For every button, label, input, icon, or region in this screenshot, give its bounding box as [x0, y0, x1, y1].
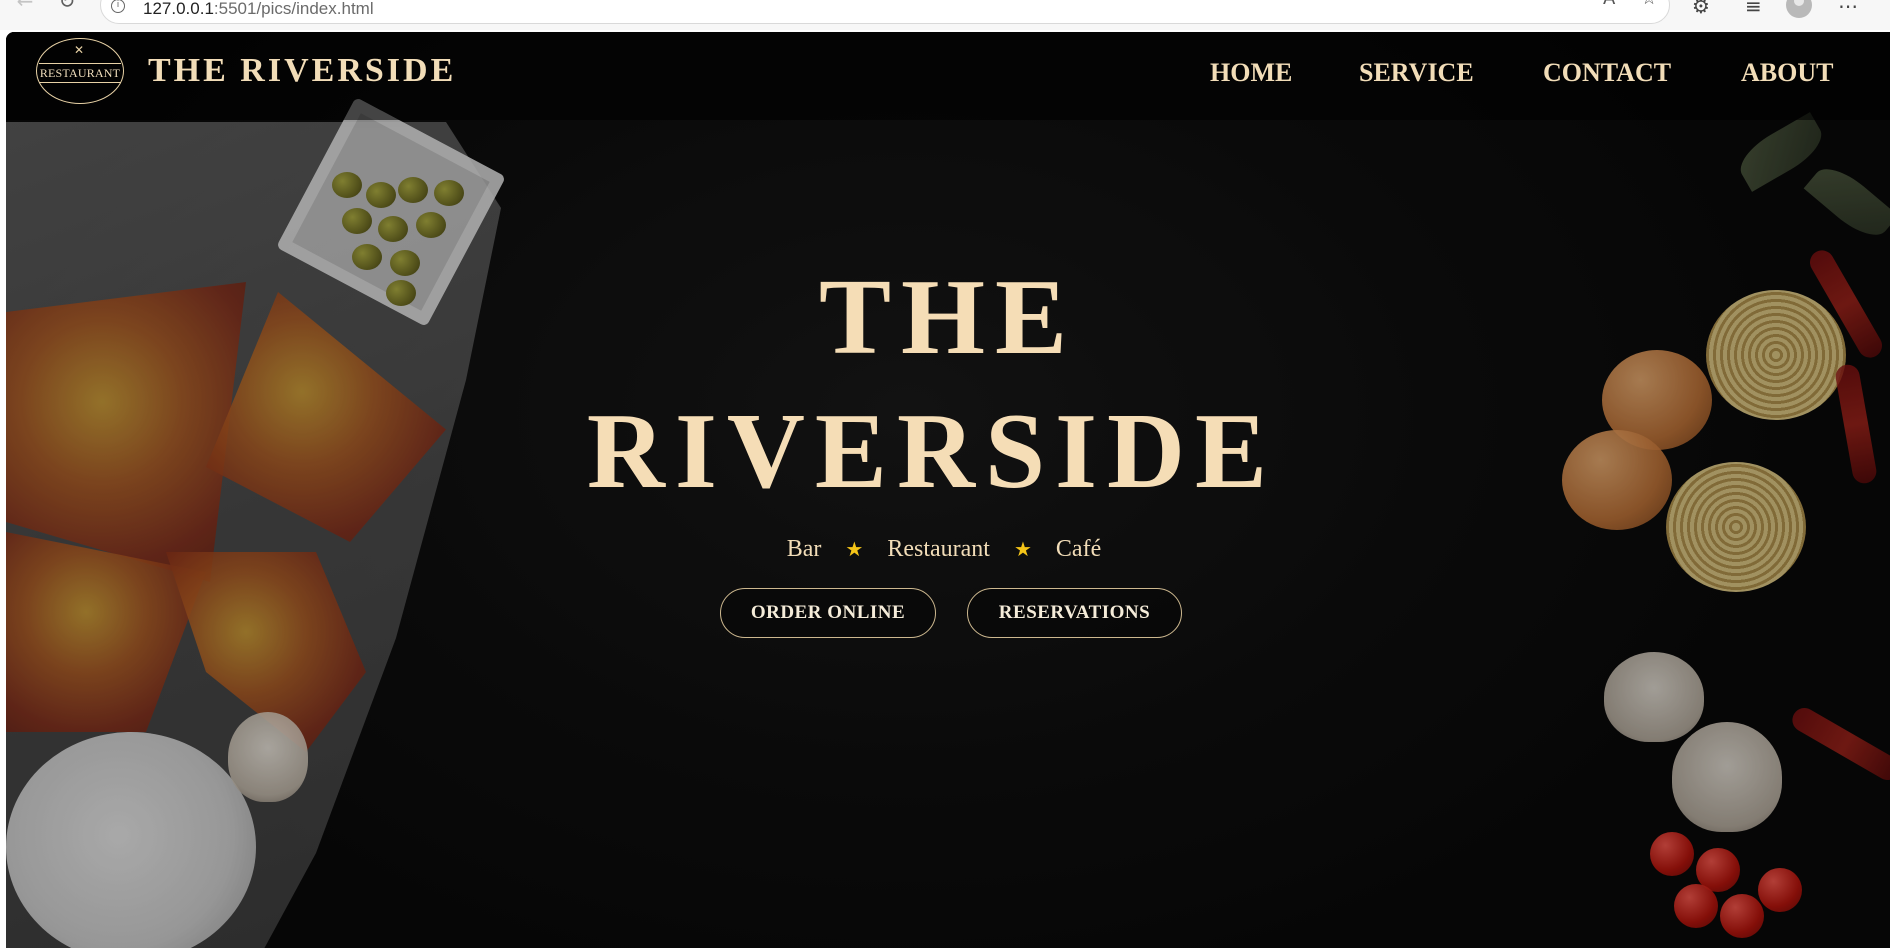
back-arrow-icon[interactable]: ← — [14, 0, 36, 12]
site-info-icon[interactable]: i — [111, 0, 125, 13]
nav-service[interactable]: SERVICE — [1359, 58, 1474, 88]
reservations-button[interactable]: RESERVATIONS — [967, 588, 1182, 638]
tagline-restaurant: Restaurant — [887, 536, 990, 562]
order-online-button[interactable]: ORDER ONLINE — [720, 588, 936, 638]
hero-tagline: Bar ★ Restaurant ★ Café — [6, 536, 1886, 563]
star-icon: ★ — [1013, 537, 1032, 561]
nav-contact[interactable]: CONTACT — [1543, 58, 1671, 88]
nav-home[interactable]: HOME — [1210, 58, 1292, 88]
brand-title[interactable]: THE RIVERSIDE — [148, 52, 456, 90]
reload-icon[interactable]: ↻ — [56, 0, 78, 12]
site-header: ✕ RESTAURANT THE RIVERSIDE HOME SERVICE … — [6, 32, 1890, 120]
address-bar[interactable]: i 127.0.0.1:5501/pics/index.html A ☆ — [100, 0, 1670, 24]
hero-title-line1: THE — [818, 258, 1078, 377]
restaurant-logo[interactable]: ✕ RESTAURANT — [36, 38, 124, 104]
extensions-icon[interactable]: ⚙ — [1692, 0, 1710, 16]
browser-toolbar: ← ↻ i 127.0.0.1:5501/pics/index.html A ☆… — [0, 0, 1890, 30]
crossed-utensils-icon: ✕ — [74, 43, 85, 57]
favorite-star-icon[interactable]: ☆ — [1641, 0, 1657, 8]
more-menu-icon[interactable]: ⋯ — [1838, 0, 1858, 16]
url-text[interactable]: 127.0.0.1:5501/pics/index.html — [143, 0, 374, 19]
favorites-list-icon[interactable]: ≡ — [1745, 0, 1762, 16]
tagline-cafe: Café — [1055, 536, 1102, 562]
star-icon: ★ — [845, 537, 864, 561]
tagline-bar: Bar — [786, 536, 822, 562]
page-viewport: ✕ RESTAURANT THE RIVERSIDE HOME SERVICE … — [6, 32, 1890, 948]
nav-about[interactable]: ABOUT — [1741, 58, 1833, 88]
read-aloud-icon[interactable]: A — [1603, 0, 1615, 8]
profile-avatar[interactable] — [1786, 0, 1812, 18]
logo-text: RESTAURANT — [39, 63, 121, 83]
hero-title-line2: RIVERSIDE — [586, 392, 1278, 511]
